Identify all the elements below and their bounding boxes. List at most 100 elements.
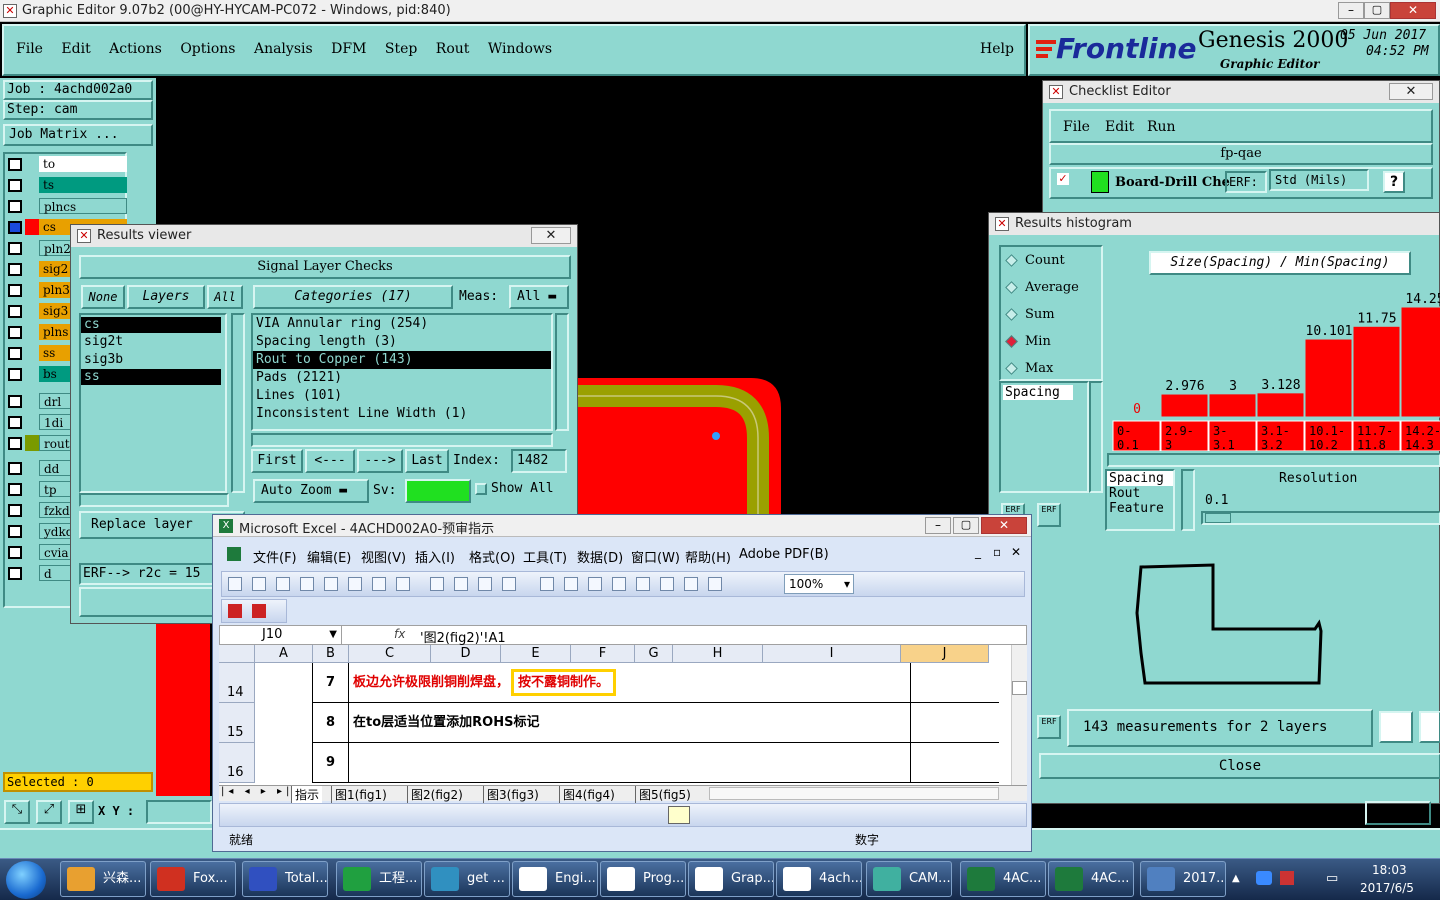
rv-layer-item[interactable]: cs	[81, 317, 221, 333]
layer-name[interactable]: to	[39, 156, 127, 172]
erf-icon-3[interactable]: ERF	[1037, 715, 1061, 739]
corner-cell[interactable]	[219, 645, 255, 663]
rv-meas-select[interactable]: All ▬	[509, 285, 569, 309]
cell-j[interactable]	[911, 743, 999, 783]
layer-checkbox[interactable]	[8, 158, 22, 171]
rv-layers-button[interactable]: Layers	[127, 285, 205, 309]
layer-checkbox[interactable]	[8, 567, 22, 580]
excel-menu-item[interactable]: 插入(I)	[415, 547, 455, 566]
layer-checkbox[interactable]	[8, 437, 22, 450]
menu-analysis[interactable]: Analysis	[254, 41, 313, 57]
export-icon-2[interactable]	[1419, 711, 1440, 743]
taskbar-item[interactable]: Prog...	[600, 861, 686, 897]
close-button[interactable]: ✕	[1390, 2, 1436, 19]
redo-icon[interactable]	[564, 577, 578, 591]
rv-sv-color-select[interactable]	[405, 479, 471, 503]
layer-row[interactable]: plncs	[5, 196, 127, 217]
checklist-menu-file[interactable]: File	[1063, 119, 1090, 135]
open-icon[interactable]	[252, 577, 266, 591]
new-icon[interactable]	[228, 577, 242, 591]
histogram-option[interactable]: Average	[1001, 274, 1101, 301]
spell-icon[interactable]	[372, 577, 386, 591]
pdf-mail-icon[interactable]	[252, 604, 266, 618]
histogram-bar[interactable]	[1352, 325, 1401, 418]
rv-first-button[interactable]: First	[251, 449, 303, 473]
cell-j[interactable]	[911, 703, 999, 743]
sheet-vscroll[interactable]	[1011, 645, 1027, 785]
histogram-hscroll[interactable]	[1107, 453, 1440, 467]
column-header[interactable]: B	[313, 645, 349, 663]
rv-category-list[interactable]: VIA Annular ring (254) Spacing length (3)…	[251, 313, 553, 431]
histogram-sub-list[interactable]: Spacing Rout Feature	[1105, 469, 1175, 531]
cell-b[interactable]: 7	[313, 663, 349, 703]
rv-layer-item[interactable]: ss	[81, 369, 221, 385]
taskbar-item[interactable]: Engi...	[512, 861, 598, 897]
sheet-tab[interactable]: 图3(fig3)	[483, 786, 542, 803]
zoom-tool-icon[interactable]: ⤡	[4, 800, 30, 824]
checklist-close-button[interactable]: ✕	[1389, 83, 1433, 100]
layer-checkbox[interactable]	[8, 326, 22, 339]
rv-layer-item[interactable]: sig2t	[81, 333, 225, 351]
layer-checkbox[interactable]	[8, 483, 22, 496]
sheet-nav-icon[interactable]: |◂ ◂ ▸ ▸|	[221, 786, 293, 797]
rv-categories-button[interactable]: Categories (17)	[253, 285, 453, 309]
histogram-close-button[interactable]: Close	[1039, 753, 1440, 779]
sheet-grid[interactable]: A B C D E F G H I J 14 7 板边允许极限削铜削焊盘， 按不露铜制作。 15 8 在to层适…	[219, 645, 1013, 785]
rv-next-button[interactable]: --->	[357, 449, 403, 473]
excel-doc-restore[interactable]: ▫	[993, 545, 1001, 559]
excel-menu-item[interactable]: Adobe PDF(B)	[739, 547, 829, 562]
menu-step[interactable]: Step	[385, 41, 417, 57]
tray-flag-icon[interactable]	[1280, 871, 1294, 885]
copy-icon[interactable]	[454, 577, 468, 591]
histogram-option[interactable]: Count	[1001, 247, 1101, 274]
menu-file[interactable]: File	[16, 41, 43, 57]
drawing-icon[interactable]	[668, 806, 690, 824]
histogram-option[interactable]: Sum	[1001, 301, 1101, 328]
permission-icon[interactable]	[300, 577, 314, 591]
sheet-hscroll[interactable]	[709, 787, 999, 800]
preview-icon[interactable]	[348, 577, 362, 591]
format-painter-icon[interactable]	[502, 577, 516, 591]
histogram-titlebar[interactable]: ✕ Results histogram	[989, 213, 1439, 235]
excel-menu-item[interactable]: 数据(D)	[577, 547, 623, 566]
rv-auto-zoom-select[interactable]: Auto Zoom ▬	[253, 479, 369, 503]
sheet-tab[interactable]: 图1(fig1)	[331, 786, 390, 803]
sort-asc-icon[interactable]	[636, 577, 650, 591]
layer-row[interactable]: ts	[5, 175, 127, 196]
cell-b[interactable]: 9	[313, 743, 349, 783]
job-matrix-button[interactable]: Job Matrix ...	[3, 124, 153, 146]
category-item[interactable]: Lines (101)	[253, 387, 551, 405]
menu-windows[interactable]: Windows	[488, 41, 552, 57]
rv-close-button[interactable]: ✕	[531, 227, 571, 244]
menu-options[interactable]: Options	[180, 41, 235, 57]
name-box[interactable]: J10 ▼	[220, 626, 342, 644]
rv-layer-item[interactable]: sig3b	[81, 351, 225, 369]
taskbar-item[interactable]: 4AC...	[960, 861, 1046, 897]
histogram-option[interactable]: Min	[1001, 328, 1101, 355]
tray-network-icon[interactable]	[1256, 871, 1272, 885]
layer-checkbox[interactable]	[8, 200, 22, 213]
cell-a[interactable]	[255, 743, 313, 783]
sheet-tab[interactable]: 图5(fig5)	[635, 786, 694, 803]
excel-maximize-button[interactable]: ▢	[953, 517, 979, 534]
column-header[interactable]: E	[501, 645, 571, 663]
column-header[interactable]: H	[673, 645, 763, 663]
chart-icon[interactable]	[684, 577, 698, 591]
menu-edit[interactable]: Edit	[61, 41, 90, 57]
sheet-tab[interactable]: 图4(fig4)	[559, 786, 618, 803]
category-item[interactable]: VIA Annular ring (254)	[253, 315, 551, 333]
rv-layer-scrollbar[interactable]	[231, 313, 245, 493]
start-button[interactable]	[6, 861, 46, 899]
layer-checkbox[interactable]	[8, 546, 22, 559]
cell-c[interactable]: 板边允许极限削铜削焊盘， 按不露铜制作。	[349, 663, 911, 703]
cell-a[interactable]	[255, 703, 313, 743]
excel-close-button[interactable]: ✕	[981, 517, 1027, 534]
layer-checkbox[interactable]	[8, 504, 22, 517]
column-header[interactable]: D	[431, 645, 501, 663]
category-item[interactable]: Pads (2121)	[253, 369, 551, 387]
taskbar-item[interactable]: Grap...	[688, 861, 774, 897]
excel-menu-item[interactable]: 编辑(E)	[307, 547, 351, 566]
rv-index-input[interactable]: 1482	[511, 449, 567, 473]
tray-volume-icon[interactable]: ▭	[1326, 871, 1338, 886]
results-viewer-titlebar[interactable]: ✕ Results viewer ✕	[71, 225, 577, 247]
